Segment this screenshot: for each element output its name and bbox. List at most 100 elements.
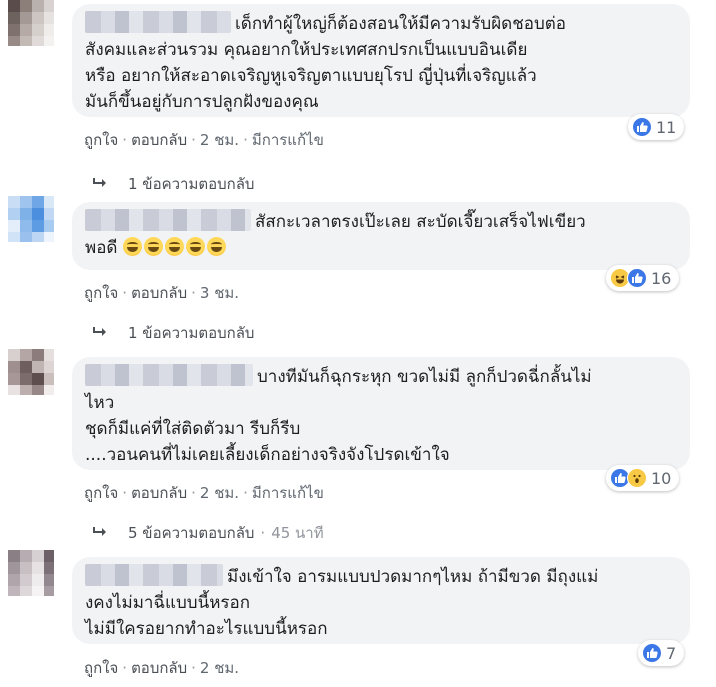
edited-label[interactable]: มีการแก้ไข (252, 481, 324, 505)
avatar-tile (44, 0, 54, 12)
view-replies-link[interactable]: 1 ข้อความตอบกลับ (92, 321, 254, 345)
avatar-tile (20, 373, 32, 385)
separator: · (122, 484, 128, 502)
avatar-tile (32, 550, 44, 562)
reaction-summary[interactable]: 16 (606, 265, 680, 291)
separator: · (260, 524, 266, 542)
avatar-tile (8, 0, 20, 12)
reaction-summary[interactable]: 10 (606, 465, 680, 491)
like-link[interactable]: ถูกใจ (84, 481, 118, 505)
like-icon (642, 643, 662, 663)
avatar-tile (44, 232, 54, 242)
reaction-summary[interactable]: 7 (638, 640, 685, 666)
avatar-tile (32, 586, 44, 596)
replies-count[interactable]: 5 ข้อความตอบกลับ (128, 521, 254, 545)
reply-link[interactable]: ตอบกลับ (131, 481, 187, 505)
comment-bubble: มึงเข้าใจ อารมแบบปวดมากๆไหม ถ้ามีขวด มีถ… (72, 557, 690, 644)
avatar-tile (20, 361, 32, 373)
separator: · (191, 131, 196, 149)
comment-actions: ถูกใจ · ตอบกลับ · 2 ชม. · มีการแก้ไข (84, 128, 324, 152)
avatar-tile (32, 36, 44, 46)
avatar-tile (20, 385, 32, 395)
avatar-tile (8, 562, 20, 574)
avatar-tile (20, 574, 32, 586)
like-link[interactable]: ถูกใจ (84, 128, 118, 152)
replies-time[interactable]: 45 นาที (271, 521, 323, 545)
like-link[interactable]: ถูกใจ (84, 656, 118, 680)
avatar-tile (20, 208, 32, 220)
reply-link[interactable]: ตอบกลับ (131, 656, 187, 680)
avatar-tile (8, 373, 20, 385)
avatar[interactable] (8, 349, 54, 395)
separator: · (243, 131, 248, 149)
comment-time[interactable]: 2 ชม. (200, 481, 239, 505)
reaction-count: 11 (656, 117, 677, 137)
view-replies-link[interactable]: 1 ข้อความตอบกลับ (92, 172, 254, 196)
avatar-tile (44, 349, 54, 361)
avatar-tile (44, 36, 54, 46)
avatar-tile (20, 12, 32, 24)
avatar-tile (8, 232, 20, 242)
avatar-tile (8, 12, 20, 24)
commenter-name[interactable] (85, 11, 231, 33)
reply-link[interactable]: ตอบกลับ (131, 128, 187, 152)
reaction-count: 16 (651, 268, 672, 288)
reaction-count: 10 (651, 468, 672, 488)
comment-bubble: เด็กทำผู้ใหญ่ก็ต้องสอนให้มีความรับผิดชอบ… (72, 4, 690, 117)
avatar-tile (32, 12, 44, 24)
comment-time[interactable]: 2 ชม. (200, 128, 239, 152)
avatar-tile (44, 373, 54, 385)
separator: · (122, 659, 128, 677)
reply-arrow-icon (92, 524, 110, 542)
reply-arrow-icon (92, 324, 110, 342)
comment-time[interactable]: 2 ชม. (200, 656, 239, 680)
avatar-tile (32, 361, 44, 373)
commenter-name[interactable] (85, 209, 251, 231)
comment-actions: ถูกใจ · ตอบกลับ · 2 ชม. · มีการแก้ไข (84, 481, 324, 505)
commenter-name[interactable] (85, 364, 253, 386)
avatar-tile (44, 220, 54, 232)
avatar-tile (32, 24, 44, 36)
avatar-tile (8, 550, 20, 562)
avatar-tile (44, 586, 54, 596)
reaction-summary[interactable]: 11 (628, 114, 685, 140)
replies-count[interactable]: 1 ข้อความตอบกลับ (128, 321, 254, 345)
grinning-sweat-emoji (164, 237, 184, 256)
grinning-sweat-emoji (185, 237, 205, 256)
wow-icon (627, 468, 647, 488)
replies-count[interactable]: 1 ข้อความตอบกลับ (128, 172, 254, 196)
edited-label[interactable]: มีการแก้ไข (252, 128, 324, 152)
comment-actions: ถูกใจ · ตอบกลับ · 3 ชม. (84, 281, 239, 305)
avatar-tile (44, 550, 54, 562)
avatar-tile (44, 24, 54, 36)
separator: · (122, 131, 128, 149)
separator: · (191, 659, 196, 677)
avatar-tile (32, 208, 44, 220)
comment-time[interactable]: 3 ชม. (200, 281, 239, 305)
view-replies-link[interactable]: 5 ข้อความตอบกลับ · 45 นาที (92, 521, 324, 545)
avatar[interactable] (8, 550, 54, 596)
commenter-name[interactable] (85, 564, 223, 586)
avatar-tile (20, 550, 32, 562)
comment-actions: ถูกใจ · ตอบกลับ · 2 ชม. (84, 656, 239, 680)
avatar-tile (44, 208, 54, 220)
avatar-tile (20, 196, 32, 208)
avatar-tile (8, 349, 20, 361)
avatar-tile (44, 574, 54, 586)
avatar-tile (8, 586, 20, 596)
avatar-tile (44, 361, 54, 373)
avatar-tile (8, 220, 20, 232)
avatar-tile (32, 562, 44, 574)
avatar-tile (8, 361, 20, 373)
avatar-tile (20, 586, 32, 596)
avatar-tile (32, 0, 44, 12)
grinning-sweat-emoji (122, 237, 142, 256)
avatar-tile (32, 349, 44, 361)
reply-link[interactable]: ตอบกลับ (131, 281, 187, 305)
like-link[interactable]: ถูกใจ (84, 281, 118, 305)
grinning-sweat-emoji (143, 237, 163, 256)
avatar[interactable] (8, 196, 54, 242)
avatar-tile (44, 12, 54, 24)
avatar-tile (32, 220, 44, 232)
avatar[interactable] (8, 0, 54, 46)
